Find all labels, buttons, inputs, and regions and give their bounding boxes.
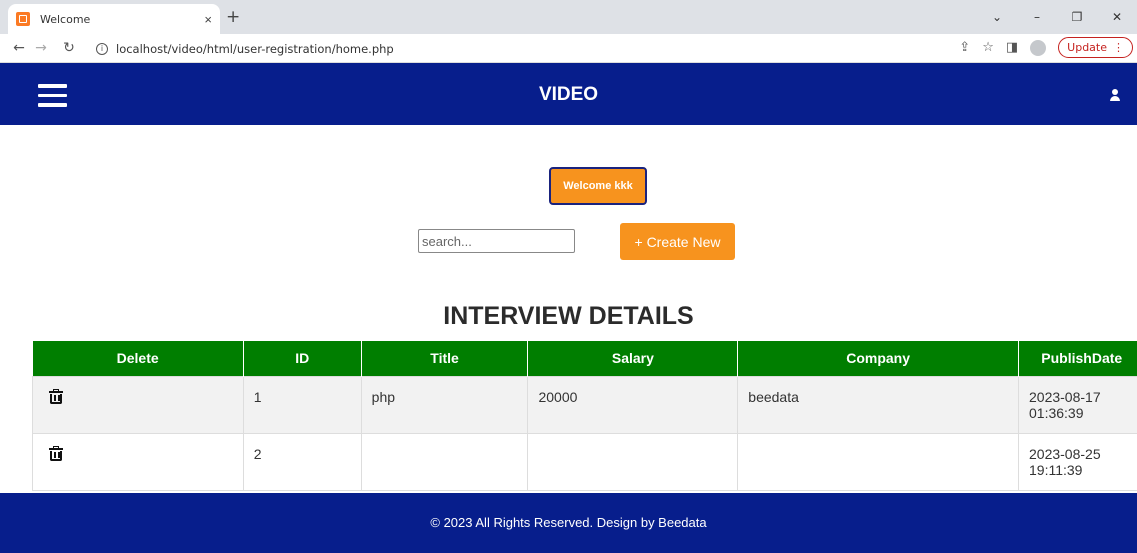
toolbar-actions: ⇪ ☆ ◨ Update ⋮: [959, 37, 1133, 58]
trash-icon[interactable]: [49, 445, 63, 462]
forward-icon[interactable]: →: [30, 40, 52, 56]
search-input[interactable]: [418, 229, 575, 253]
back-icon[interactable]: ←: [8, 40, 30, 56]
create-new-button[interactable]: + Create New: [620, 223, 735, 260]
site-title: VIDEO: [538, 84, 599, 105]
tab-close-icon[interactable]: ×: [204, 12, 212, 27]
share-icon[interactable]: ⇪: [959, 40, 970, 55]
browser-tab[interactable]: Welcome ×: [8, 4, 220, 34]
restore-button[interactable]: ❐: [1057, 10, 1097, 24]
company-cell: [737, 432, 1019, 491]
column-header-delete: Delete: [32, 341, 244, 376]
site-header: VIDEO: [0, 63, 1137, 125]
window-controls: ⌄ – ❐ ✕: [977, 0, 1137, 34]
profile-avatar-icon[interactable]: [1030, 39, 1047, 56]
column-header-salary: Salary: [527, 341, 738, 376]
publish-date-cell: 2023-08-17 01:36:39: [1018, 375, 1137, 434]
new-tab-button[interactable]: +: [226, 7, 240, 27]
address-bar[interactable]: i localhost/video/html/user-registration…: [96, 37, 987, 60]
interview-table: Delete ID Title Salary Company PublishDa…: [32, 341, 1137, 491]
reload-icon[interactable]: ↻: [58, 40, 80, 56]
publish-date-cell: 2023-08-25 19:11:39: [1018, 432, 1137, 491]
bookmark-star-icon[interactable]: ☆: [982, 40, 994, 55]
site-info-icon[interactable]: i: [96, 42, 108, 55]
delete-cell: [32, 432, 244, 491]
tab-search-icon[interactable]: ⌄: [977, 10, 1017, 24]
update-label: Update: [1067, 41, 1107, 54]
side-panel-icon[interactable]: ◨: [1006, 40, 1018, 55]
title-cell: [360, 432, 529, 491]
company-cell: beedata: [737, 375, 1019, 434]
welcome-button[interactable]: Welcome kkk: [549, 167, 647, 205]
column-header-title: Title: [360, 341, 528, 376]
section-title: INTERVIEW DETAILS: [443, 302, 694, 330]
xampp-favicon-icon: [16, 12, 30, 26]
close-window-button[interactable]: ✕: [1097, 10, 1137, 24]
menu-kebab-icon: ⋮: [1113, 41, 1124, 54]
user-icon[interactable]: [1110, 89, 1120, 101]
id-cell: 2: [242, 432, 362, 491]
browser-toolbar: ← → ↻ i localhost/video/html/user-regist…: [0, 34, 1137, 63]
table-row: 1 php 20000 beedata 2023-08-17 01:36:39: [32, 375, 1137, 434]
site-footer: © 2023 All Rights Reserved. Design by Be…: [0, 493, 1137, 553]
id-cell: 1: [242, 375, 362, 434]
trash-icon[interactable]: [49, 388, 63, 405]
column-header-publishdate: PublishDate: [1018, 341, 1137, 376]
salary-cell: [527, 432, 739, 491]
tab-title: Welcome: [40, 12, 91, 26]
update-button[interactable]: Update ⋮: [1058, 37, 1133, 58]
column-header-company: Company: [737, 341, 1019, 376]
title-cell: php: [360, 375, 529, 434]
table-header-row: Delete ID Title Salary Company PublishDa…: [32, 341, 1137, 376]
delete-cell: [32, 375, 244, 434]
footer-text: © 2023 All Rights Reserved. Design by Be…: [430, 515, 707, 530]
column-header-id: ID: [242, 341, 362, 376]
salary-cell: 20000: [527, 375, 739, 434]
table-row: 2 2023-08-25 19:11:39: [32, 432, 1137, 491]
browser-tabbar: Welcome × + ⌄ – ❐ ✕: [0, 0, 1137, 34]
url-text[interactable]: localhost/video/html/user-registration/h…: [116, 42, 394, 56]
minimize-button[interactable]: –: [1017, 10, 1057, 24]
